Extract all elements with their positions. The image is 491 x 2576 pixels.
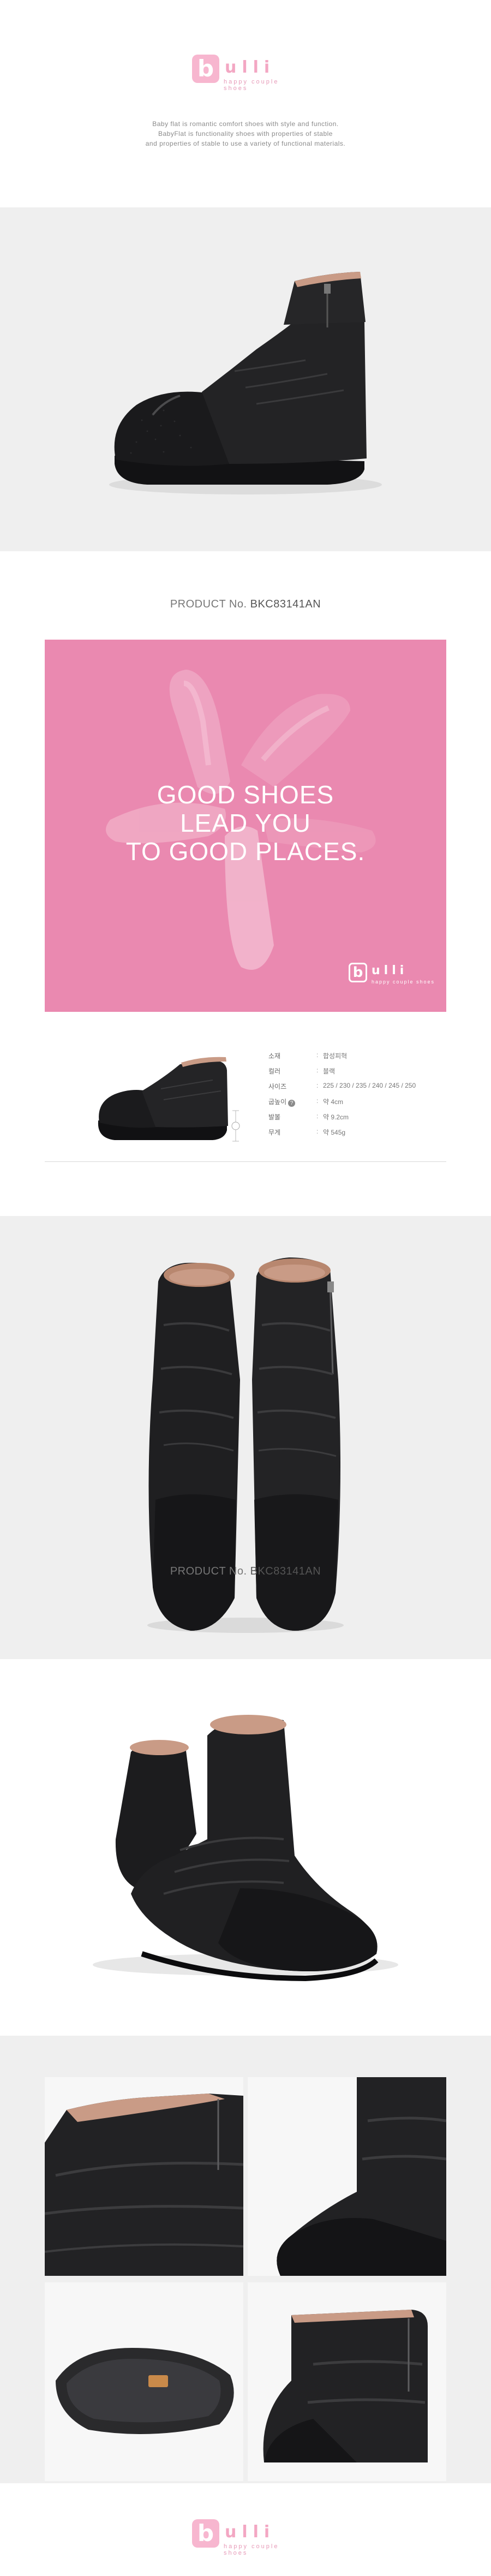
spec-row: 발볼 : 약 9.2cm — [268, 1112, 349, 1121]
logo-badge: b — [349, 963, 367, 982]
angled-view-band — [0, 1659, 491, 2036]
detail-photo-sole — [45, 2282, 243, 2481]
hero-photo-band — [0, 207, 491, 551]
detail-photo-heel — [45, 2077, 243, 2276]
ankle-boots-angled-photo — [93, 1715, 398, 1982]
brand-intro: Baby flat is romantic comfort shoes with… — [0, 119, 491, 148]
spec-value: 블랙 — [323, 1068, 336, 1075]
ankle-boot-side-thumbnail — [98, 1057, 240, 1142]
intro-line: and properties of stable to use a variet… — [145, 140, 346, 147]
ankle-boot-side-photo — [109, 272, 382, 494]
spec-row: 사이즈 : 225 / 230 / 235 / 240 / 245 / 250 — [268, 1082, 416, 1090]
logo-tagline: happy couple shoes — [224, 2543, 279, 2556]
product-number-label: PRODUCT No. — [170, 598, 247, 610]
logo-tagline: happy couple shoes — [372, 979, 435, 985]
product-number: PRODUCT No. BKC83141AN — [0, 1565, 491, 1578]
spec-label: 발볼 — [268, 1113, 281, 1121]
product-number: PRODUCT No. BKC83141AN — [0, 598, 491, 611]
logo-tagline: happy couple shoes — [224, 79, 279, 92]
detail-photo-side — [248, 2282, 446, 2481]
circle-marker-icon — [231, 1122, 240, 1130]
logo-badge: b — [192, 55, 219, 83]
divider — [45, 1161, 446, 1162]
ankle-boots-front-photo — [147, 1257, 344, 1633]
slogan-text: GOOD SHOES LEAD YOU TO GOOD PLACES. — [45, 780, 446, 866]
detail-photo-toe — [248, 2077, 446, 2276]
logo-badge: b — [192, 2519, 219, 2548]
logo-wordmark: ulli — [225, 2523, 276, 2542]
spec-value: 합성피혁 — [323, 1052, 348, 1060]
spec-row: 컬러 : 블랙 — [268, 1066, 336, 1075]
spec-value: 약 4cm — [323, 1098, 344, 1106]
spec-label: 컬러 — [268, 1068, 281, 1075]
spec-value: 약 545g — [323, 1129, 346, 1136]
product-code: BKC83141AN — [250, 1565, 321, 1577]
detail-tiles-band — [0, 2036, 491, 2483]
spec-value: 약 9.2cm — [323, 1113, 349, 1121]
product-number-label: PRODUCT No. — [170, 1565, 247, 1577]
spec-shoe-figure — [87, 1034, 246, 1154]
spec-label: 사이즈 — [268, 1083, 287, 1090]
brand-logo-panel: b ulli happy couple shoes — [349, 963, 436, 990]
spec-row: 소재 : 합성피혁 — [268, 1051, 348, 1060]
spec-row: 굽높이? : 약 4cm — [268, 1097, 344, 1107]
spec-value: 225 / 230 / 235 / 240 / 245 / 250 — [323, 1082, 416, 1089]
question-circle-icon[interactable]: ? — [288, 1100, 296, 1107]
spec-row: 무게 : 약 545g — [268, 1128, 346, 1136]
product-detail-page: b ulli happy couple shoes Baby flat is r… — [0, 0, 491, 2576]
brand-logo-bottom: b ulli happy couple shoes — [0, 2517, 491, 2561]
logo-wordmark: ulli — [372, 964, 408, 977]
brand-logo-top: b ulli happy couple shoes — [0, 52, 491, 96]
spec-table: 소재 : 합성피혁 컬러 : 블랙 사이즈 : 225 / 230 / 235 … — [268, 1048, 448, 1140]
intro-line: Baby flat is romantic comfort shoes with… — [152, 120, 339, 128]
spec-label: 굽높이? — [268, 1097, 296, 1107]
front-view-band — [0, 1216, 491, 1663]
spec-label: 소재 — [268, 1052, 281, 1060]
slogan-line: LEAD YOU — [180, 809, 311, 837]
logo-wordmark: ulli — [225, 58, 276, 77]
product-code: BKC83141AN — [250, 598, 321, 610]
spec-label: 무게 — [268, 1129, 281, 1136]
slogan-panel: GOOD SHOES LEAD YOU TO GOOD PLACES. b ul… — [45, 640, 446, 1012]
slogan-line: GOOD SHOES — [157, 780, 334, 809]
slogan-line: TO GOOD PLACES. — [125, 837, 366, 866]
intro-line: BabyFlat is functionality shoes with pro… — [158, 130, 333, 138]
